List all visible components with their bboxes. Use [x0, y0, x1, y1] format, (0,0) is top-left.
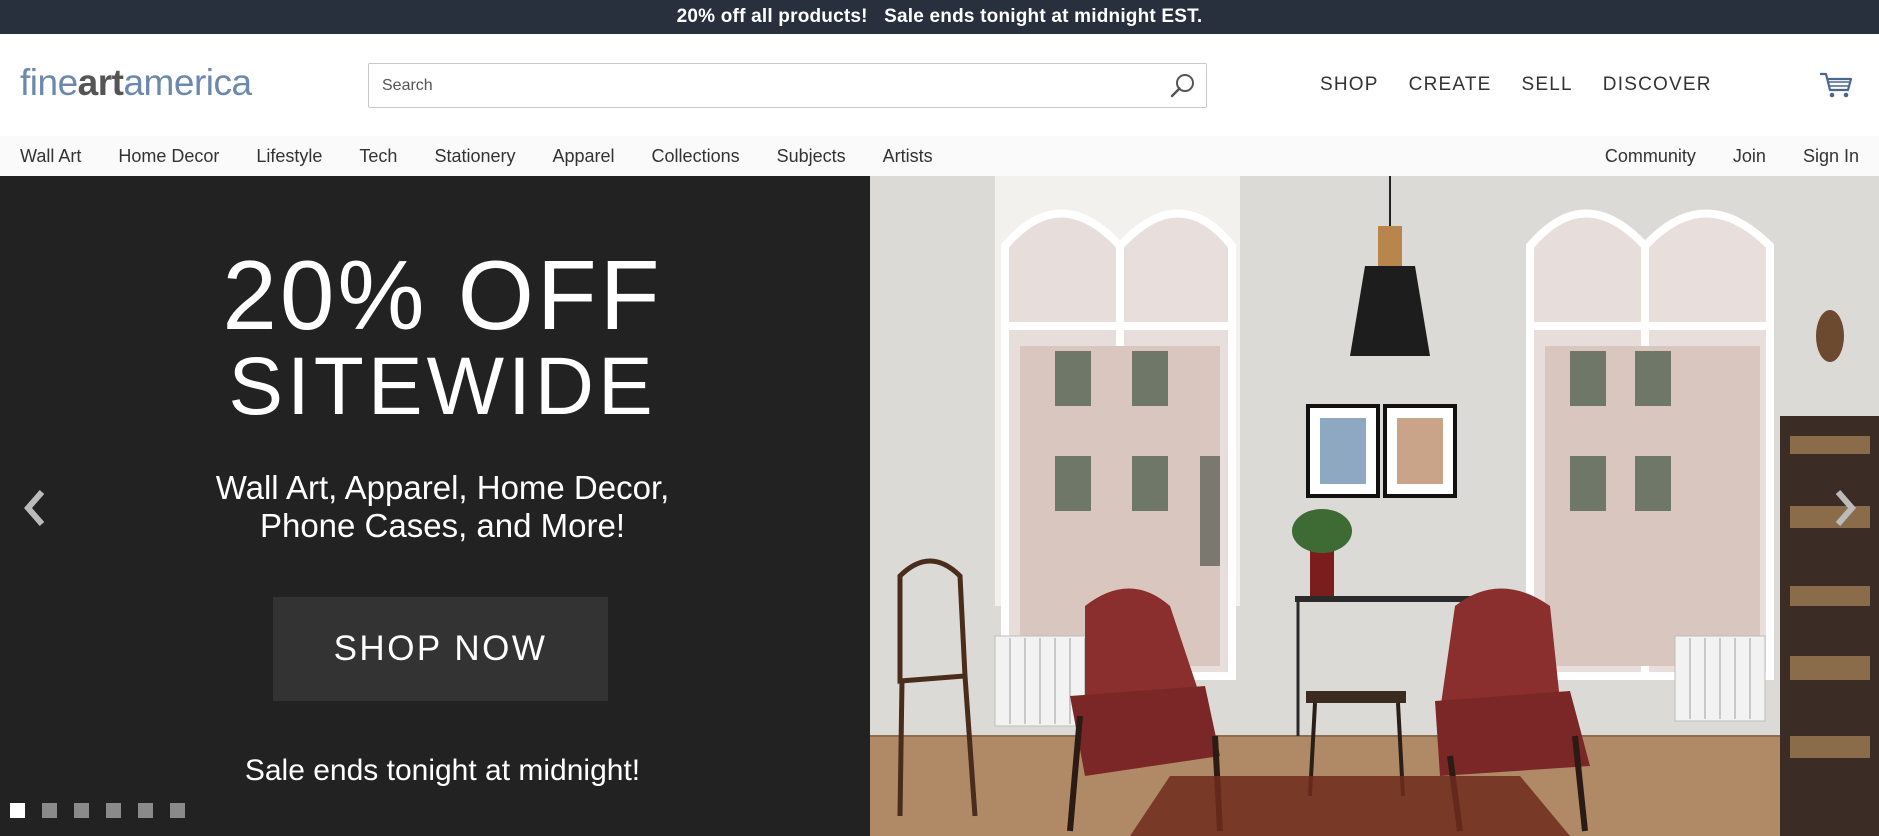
site-logo[interactable]: fineartamerica [20, 64, 252, 101]
chevron-right-icon [1835, 490, 1856, 526]
hero-headline-sub: SITEWIDE [228, 341, 657, 432]
hero-promo-panel: 20% OFF SITEWIDE Wall Art, Apparel, Home… [0, 176, 870, 836]
chevron-left-icon [24, 490, 45, 526]
promo-bar: 20% off all products! Sale ends tonight … [0, 0, 1879, 34]
category-apparel[interactable]: Apparel [553, 146, 615, 167]
category-home-decor[interactable]: Home Decor [118, 146, 219, 167]
logo-america: america [123, 62, 252, 103]
cart-icon [1820, 72, 1853, 98]
nav-discover[interactable]: DISCOVER [1603, 74, 1712, 96]
category-subjects[interactable]: Subjects [777, 146, 846, 167]
hero-room-image [870, 176, 1879, 836]
search-button[interactable] [1168, 71, 1198, 101]
cart-button[interactable] [1818, 70, 1854, 100]
carousel-dot[interactable] [170, 803, 185, 818]
sale-note: Sale ends tonight at midnight! [244, 754, 641, 787]
category-collections[interactable]: Collections [652, 146, 740, 167]
shop-now-button[interactable]: SHOP NOW [273, 597, 608, 701]
hero-subhead: Wall Art, Apparel, Home Decor, Phone Cas… [0, 469, 885, 545]
promo-text: 20% off all products! [676, 6, 868, 27]
search-input[interactable] [369, 64, 1149, 107]
carousel-dots [10, 803, 202, 818]
carousel-dot[interactable] [138, 803, 153, 818]
hero-subhead-line-1: Wall Art, Apparel, Home Decor, [215, 469, 670, 506]
hero-carousel: 20% OFF SITEWIDE Wall Art, Apparel, Home… [0, 176, 1879, 836]
header: fineartamerica SHOP CREATE SELL DISCOVER [0, 34, 1879, 136]
hero-subhead-line-2: Phone Cases, and More! [259, 507, 626, 544]
carousel-dot[interactable] [74, 803, 89, 818]
category-stationery[interactable]: Stationery [434, 146, 515, 167]
logo-art: art [77, 62, 124, 103]
search-icon [1170, 74, 1194, 98]
living-room-illustration [870, 176, 1879, 836]
category-nav: Wall Art Home Decor Lifestyle Tech Stati… [0, 136, 1879, 176]
promo-deadline-text: Sale ends tonight at midnight EST. [884, 6, 1203, 27]
category-tech[interactable]: Tech [359, 146, 397, 167]
carousel-prev-button[interactable] [20, 488, 50, 528]
logo-fine: fine [20, 62, 78, 103]
nav-sell[interactable]: SELL [1522, 74, 1573, 96]
main-nav: SHOP CREATE SELL DISCOVER [1320, 74, 1742, 96]
category-artists[interactable]: Artists [883, 146, 933, 167]
carousel-dot[interactable] [10, 803, 25, 818]
sign-in-link[interactable]: Sign In [1803, 146, 1859, 167]
nav-shop[interactable]: SHOP [1320, 74, 1379, 96]
hero-headline: 20% OFF [222, 240, 663, 350]
category-lifestyle[interactable]: Lifestyle [256, 146, 322, 167]
search-box [368, 63, 1207, 108]
community-link[interactable]: Community [1605, 146, 1696, 167]
carousel-next-button[interactable] [1830, 488, 1860, 528]
nav-create[interactable]: CREATE [1409, 74, 1492, 96]
category-wall-art[interactable]: Wall Art [20, 146, 81, 167]
carousel-dot[interactable] [106, 803, 121, 818]
carousel-dot[interactable] [42, 803, 57, 818]
join-link[interactable]: Join [1733, 146, 1766, 167]
